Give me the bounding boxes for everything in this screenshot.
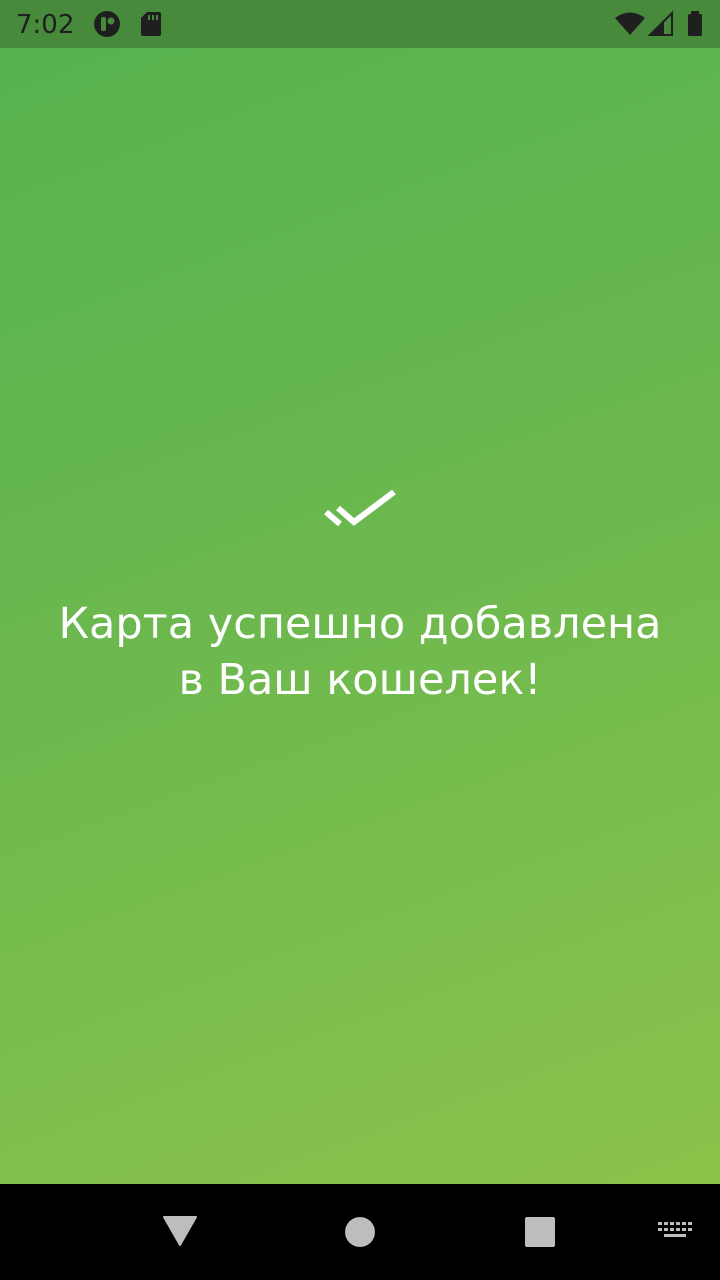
sd-card-icon [141, 12, 161, 36]
app-notification-icon [94, 11, 120, 37]
battery-icon [688, 11, 702, 36]
success-screen: Карта успешно добавлена в Ваш кошелек! [0, 48, 720, 1184]
double-check-icon [324, 490, 396, 527]
success-message-line-1: Карта успешно добавлена [58, 599, 662, 649]
success-message-line-2: в Ваш кошелек! [178, 655, 542, 705]
navigation-bar [0, 1184, 720, 1280]
screen: 7:02 Карта успешно добавлена в Ваш кошел… [0, 0, 720, 1280]
keyboard-switch-button[interactable] [658, 1222, 692, 1242]
status-bar: 7:02 [0, 0, 720, 48]
status-time: 7:02 [16, 10, 75, 40]
home-button[interactable] [344, 1216, 376, 1248]
cell-signal-icon [648, 10, 673, 36]
back-button[interactable] [162, 1214, 198, 1248]
wifi-icon [615, 12, 645, 35]
success-message: Карта успешно добавлена в Ваш кошелек! [20, 596, 700, 708]
recents-button[interactable] [524, 1216, 556, 1248]
